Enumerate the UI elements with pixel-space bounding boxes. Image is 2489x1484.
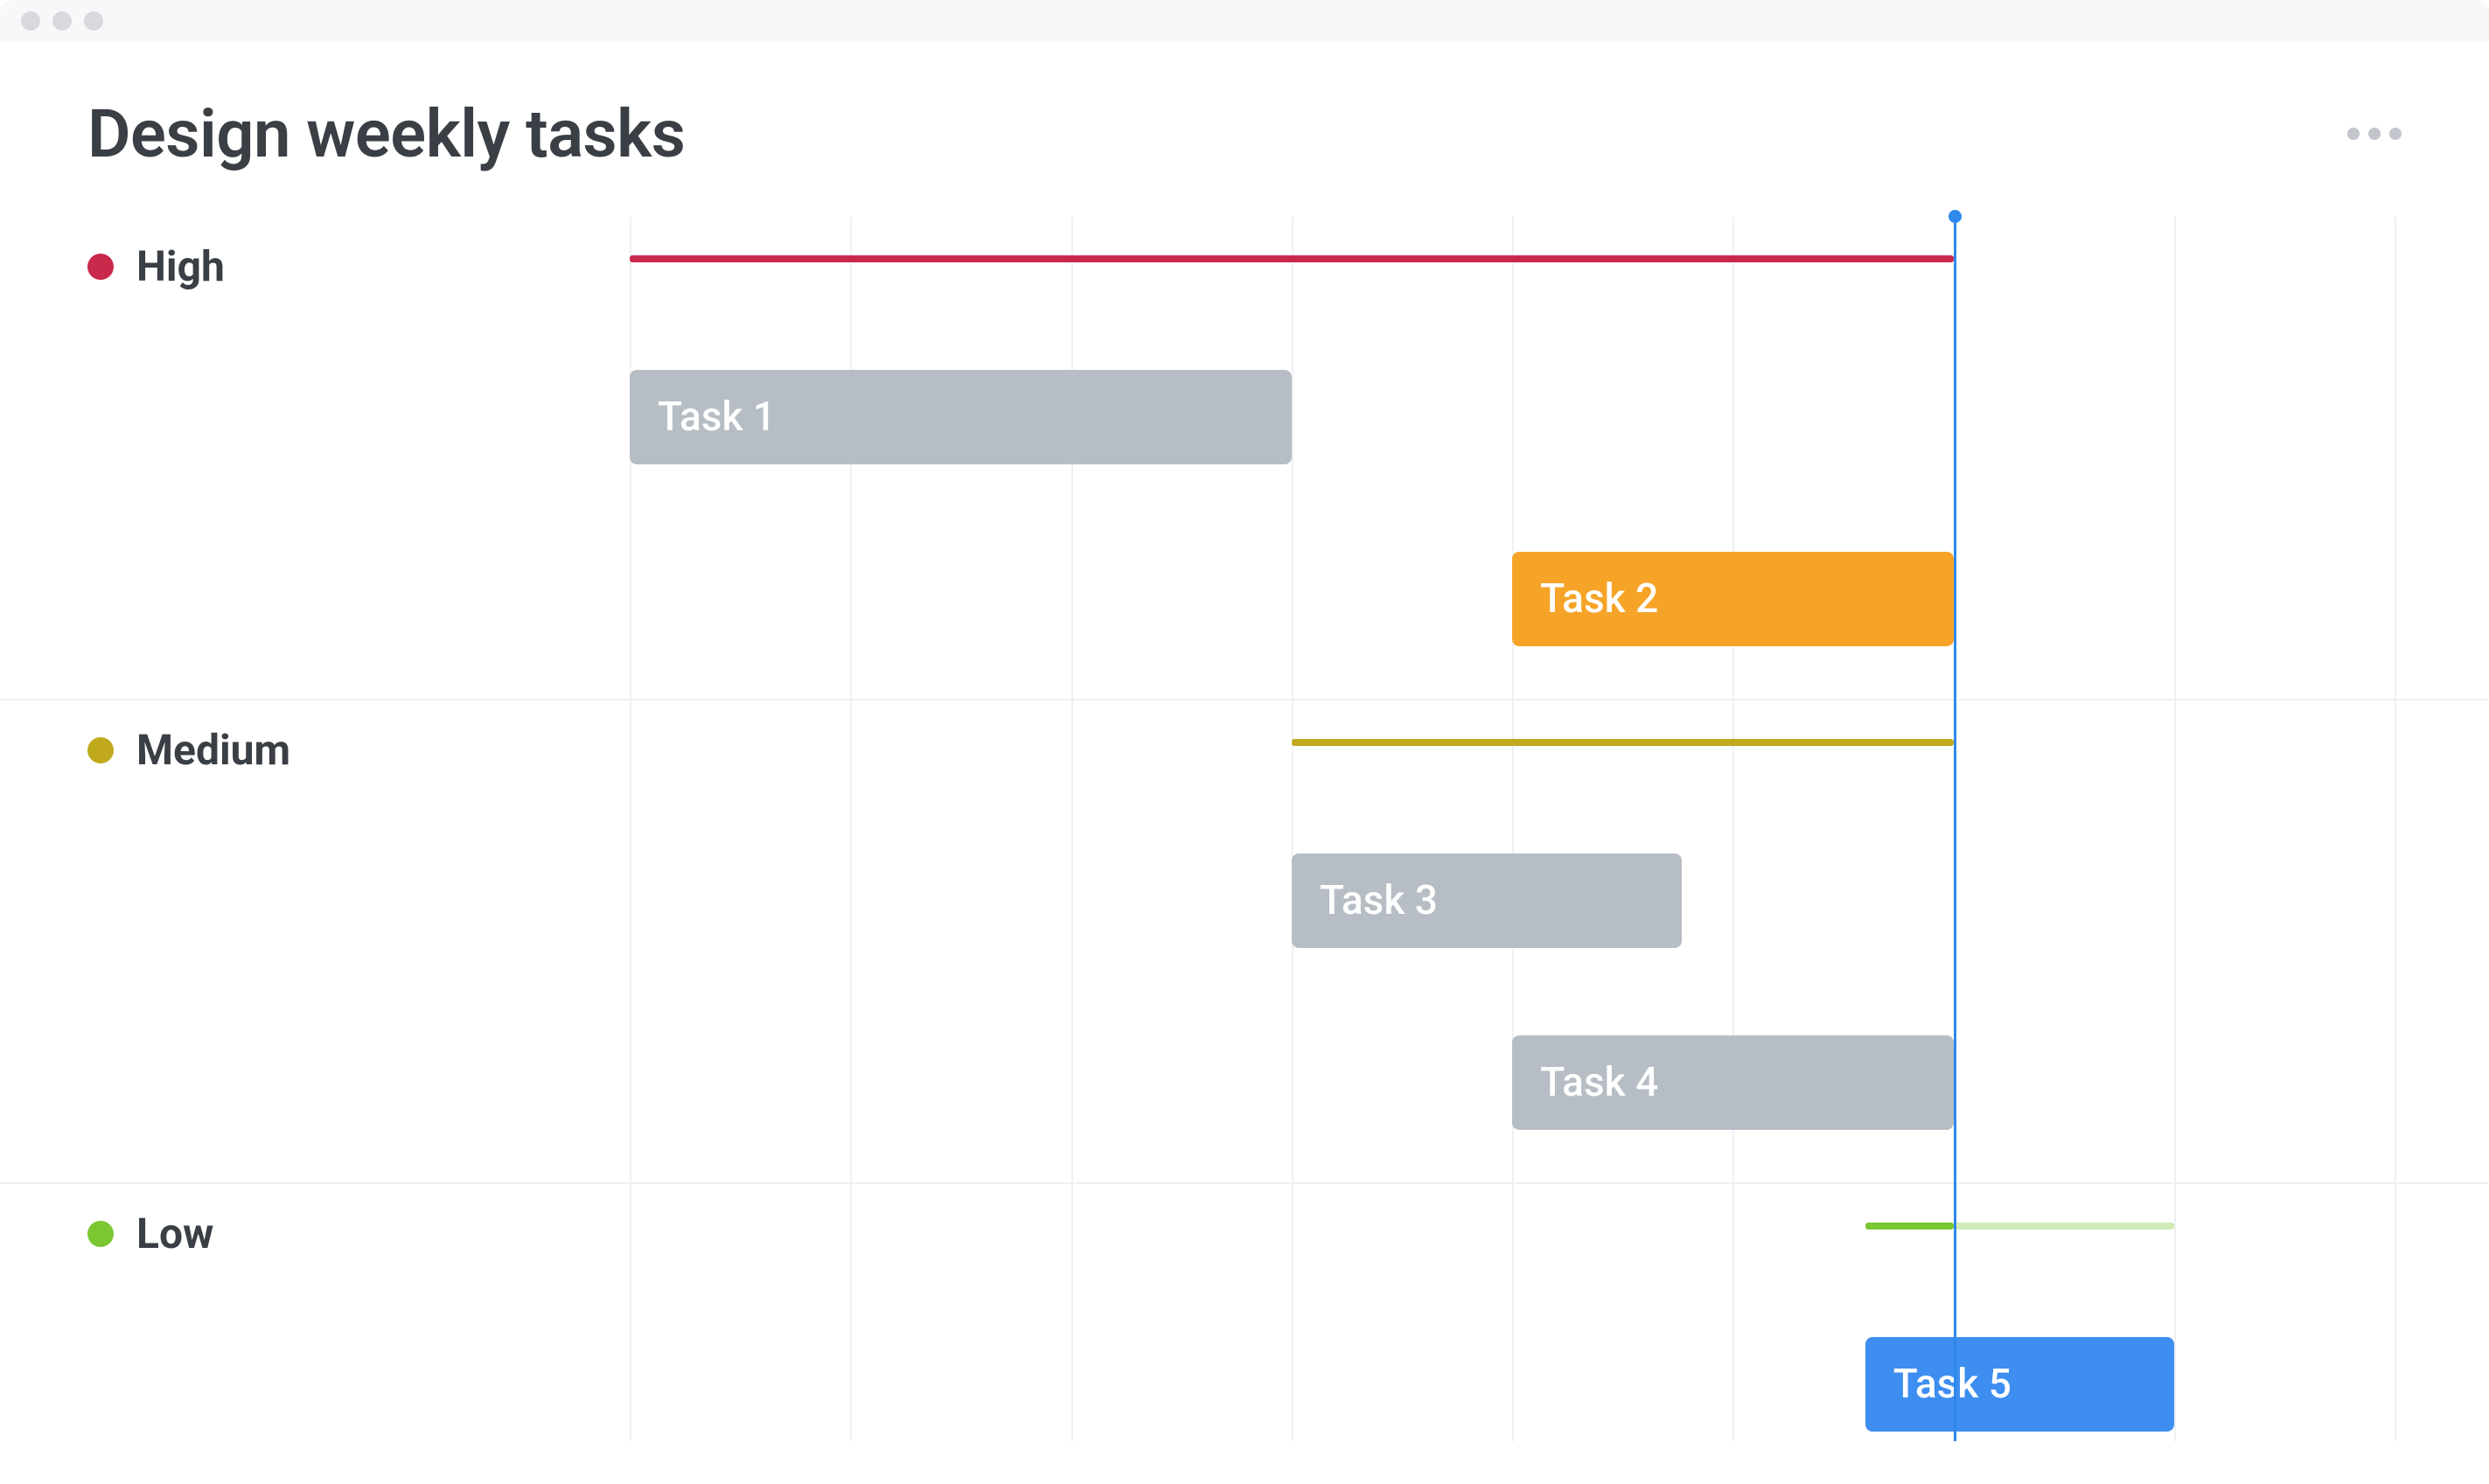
app-window: Design weekly tasks High Task 1 Task 2 Medi… xyxy=(0,0,2489,1441)
task-bar[interactable]: Task 3 xyxy=(1292,853,1683,948)
task-row: Task 1 xyxy=(0,335,2489,517)
task-row: Task 4 xyxy=(0,1000,2489,1182)
group-header[interactable]: Medium xyxy=(0,700,2489,775)
page-title: Design weekly tasks xyxy=(87,94,685,173)
task-row: Task 5 xyxy=(0,1302,2489,1484)
task-bar[interactable]: Task 5 xyxy=(1865,1337,2174,1432)
task-row: Task 2 xyxy=(0,517,2489,699)
more-options-icon[interactable] xyxy=(2330,110,2419,157)
task-label: Task 3 xyxy=(1320,877,1438,924)
priority-label: Medium xyxy=(136,725,290,775)
groups-container: High Task 1 Task 2 Medium Task 3 Task 4 Low Tas… xyxy=(0,217,2489,1484)
priority-group: Medium Task 3 Task 4 xyxy=(0,699,2489,1182)
priority-label: High xyxy=(136,241,225,291)
task-bar[interactable]: Task 2 xyxy=(1512,552,1954,646)
task-label: Task 2 xyxy=(1540,575,1658,623)
priority-dot-icon xyxy=(87,737,114,763)
priority-dot-icon xyxy=(87,1221,114,1247)
content-area: Design weekly tasks High Task 1 Task 2 Medi… xyxy=(0,42,2489,1441)
priority-group: Low Task 5 xyxy=(0,1182,2489,1484)
window-close-icon[interactable] xyxy=(21,11,40,31)
group-header[interactable]: Low xyxy=(0,1184,2489,1258)
priority-label: Low xyxy=(136,1209,213,1258)
gantt-chart: High Task 1 Task 2 Medium Task 3 Task 4 Low Tas… xyxy=(0,217,2489,1441)
priority-dot-icon xyxy=(87,254,114,280)
window-titlebar xyxy=(0,0,2489,42)
today-dot-icon xyxy=(1949,210,1962,223)
priority-group: High Task 1 Task 2 xyxy=(0,217,2489,699)
group-header[interactable]: High xyxy=(0,217,2489,291)
task-label: Task 5 xyxy=(1893,1361,2011,1408)
window-zoom-icon[interactable] xyxy=(84,11,103,31)
task-bar[interactable]: Task 1 xyxy=(630,370,1292,464)
task-bar[interactable]: Task 4 xyxy=(1512,1035,1954,1130)
window-minimize-icon[interactable] xyxy=(52,11,72,31)
today-indicator xyxy=(1954,217,1956,1441)
task-label: Task 1 xyxy=(658,394,776,441)
task-row: Task 3 xyxy=(0,819,2489,1000)
task-label: Task 4 xyxy=(1540,1059,1658,1106)
header-row: Design weekly tasks xyxy=(0,94,2489,173)
